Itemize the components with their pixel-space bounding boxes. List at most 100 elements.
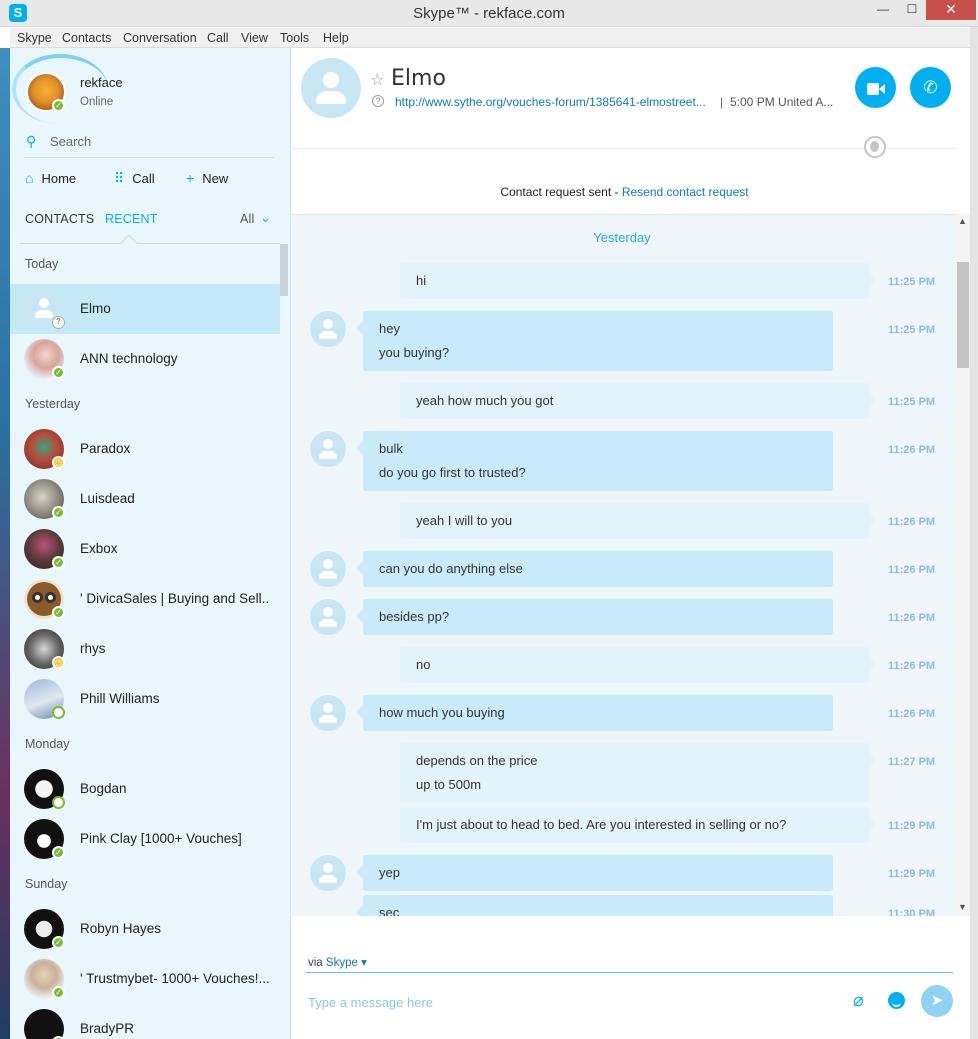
online-status-icon: ✓ <box>52 986 65 999</box>
call-button[interactable]: ⠿ Call <box>114 170 155 190</box>
online-status-icon: ✓ <box>52 366 65 379</box>
sender-avatar <box>310 311 346 347</box>
audio-call-button[interactable]: ✆ <box>910 67 951 108</box>
video-call-button[interactable] <box>855 67 896 108</box>
resend-request-link[interactable]: Resend contact request <box>622 185 749 199</box>
menu-help[interactable]: Help <box>323 31 349 45</box>
message-timestamp: 11:30 PM <box>888 908 936 916</box>
contact-list-scrollbar[interactable] <box>280 244 288 296</box>
message-bubble-incoming: sec <box>356 895 833 916</box>
video-camera-icon <box>866 82 885 95</box>
menu-view[interactable]: View <box>241 31 268 45</box>
message-history-scrollbar[interactable]: ▲ ▼ <box>956 214 970 916</box>
conversation-title[interactable]: Elmo <box>391 66 446 91</box>
message-input[interactable] <box>308 992 828 1012</box>
contact-row[interactable]: ✓ Luisdead <box>10 474 280 524</box>
contact-name: rhys <box>80 641 106 656</box>
search-box[interactable]: ⚲ <box>24 128 274 158</box>
sender-avatar <box>310 599 346 635</box>
contact-row[interactable]: ✓ ' Trustmybet- 1000+ Vouches!... <box>10 954 280 1004</box>
message-text: hey <box>379 321 400 336</box>
contact-row[interactable]: ✓ Exbox <box>10 524 280 574</box>
home-button[interactable]: ⌂ Home <box>25 170 76 190</box>
message-bubble-incoming: can you do anything else <box>356 551 833 587</box>
new-button[interactable]: + New <box>186 170 228 190</box>
via-service-dropdown[interactable]: Skype <box>326 957 358 969</box>
contact-row[interactable]: ✓ BradyPR <box>10 1004 280 1039</box>
filter-dropdown[interactable]: All <box>240 212 255 226</box>
message-bubble-outgoing: I'm just about to head to bed. Are you i… <box>400 807 876 843</box>
send-via-selector[interactable]: via Skype ▾ <box>308 955 367 969</box>
search-icon: ⚲ <box>26 133 37 149</box>
message-text: depends on the price <box>416 753 538 768</box>
favorite-star-icon[interactable]: ☆ <box>370 70 384 90</box>
send-button[interactable]: ➤ <box>921 985 953 1017</box>
menu-call[interactable]: Call <box>207 31 229 45</box>
message-bubble-incoming: besides pp? <box>356 599 833 635</box>
message-timestamp: 11:26 PM <box>888 612 936 624</box>
message-text: yeah I will to you <box>416 513 513 528</box>
maximize-button[interactable]: ☐ <box>898 0 926 20</box>
request-text: Contact request sent - <box>500 185 622 199</box>
composer-divider <box>306 972 953 973</box>
my-display-name[interactable]: rekface <box>80 75 123 90</box>
caret-down-icon[interactable]: ▾ <box>358 957 367 969</box>
away-status-icon: ◷ <box>52 656 65 669</box>
online-status-icon: ✓ <box>52 556 65 569</box>
message-bubble-outgoing: yeah I will to you <box>400 503 876 539</box>
contact-name: Robyn Hayes <box>80 921 162 936</box>
contact-row[interactable]: ✓ ' DivicaSales | Buying and Sell... <box>10 574 280 624</box>
chevron-down-icon[interactable]: ⌄ <box>260 210 271 226</box>
scroll-down-icon[interactable]: ▼ <box>958 902 967 912</box>
group-header-monday: Monday <box>25 737 70 751</box>
call-label: Call <box>132 171 155 186</box>
contact-row[interactable]: ✓ Robyn Hayes <box>10 904 280 954</box>
contact-tabs: CONTACTS RECENT All ⌄ <box>24 210 276 230</box>
contact-row[interactable]: Phill Williams <box>10 674 280 724</box>
title-bar: S Skype™ - rekface.com — ☐ ✕ <box>0 0 978 27</box>
minimize-button[interactable]: — <box>868 0 898 20</box>
tab-recent[interactable]: RECENT <box>105 212 158 226</box>
menu-conversation[interactable]: Conversation <box>123 31 197 45</box>
message-text: no <box>416 657 431 672</box>
search-input[interactable] <box>50 131 270 151</box>
menu-bar: Skype Contacts Conversation Call View To… <box>10 28 970 48</box>
paperclip-icon[interactable]: ⌀ <box>853 990 864 1011</box>
contact-name: ANN technology <box>80 351 178 366</box>
contact-row[interactable]: ✓ Pink Clay [1000+ Vouches] <box>10 814 280 864</box>
contact-row[interactable]: ✓ ANN technology <box>10 334 280 384</box>
contact-row[interactable]: ◷ Paradox <box>10 424 280 474</box>
scroll-up-icon[interactable]: ▲ <box>958 216 967 226</box>
menu-tools[interactable]: Tools <box>280 31 309 45</box>
my-status-text[interactable]: Online <box>80 96 113 108</box>
contact-row[interactable]: Bogdan <box>10 764 280 814</box>
message-text: yep <box>379 865 400 880</box>
local-time: 5:00 PM United A... <box>730 95 834 109</box>
header-divider <box>292 148 957 149</box>
offline-status-icon <box>52 706 65 719</box>
globe-icon[interactable] <box>864 136 886 158</box>
contact-name: ' DivicaSales | Buying and Sell... <box>80 591 270 606</box>
message-bubble-outgoing: hi <box>400 263 876 299</box>
mood-message-link[interactable]: http://www.sythe.org/vouches-forum/13856… <box>395 95 706 109</box>
message-history[interactable]: Yesterday hi 11:25 PM hey you buying? 11… <box>292 214 956 916</box>
message-timestamp: 11:25 PM <box>888 396 936 408</box>
scrollbar-thumb[interactable] <box>957 262 969 368</box>
online-status-icon: ✓ <box>52 846 65 859</box>
message-bubble-incoming: how much you buying <box>356 695 833 731</box>
message-text: besides pp? <box>379 609 450 624</box>
contact-avatar-large[interactable] <box>301 58 361 118</box>
emoticon-icon[interactable] <box>888 992 905 1009</box>
message-bubble-outgoing: no <box>400 647 876 683</box>
phone-icon: ✆ <box>923 78 938 97</box>
message-text: do you go first to trusted? <box>379 465 526 480</box>
contact-avatar <box>24 1009 64 1039</box>
help-circle-icon: ? <box>372 95 384 107</box>
tab-contacts[interactable]: CONTACTS <box>25 212 94 226</box>
contact-name: Paradox <box>80 441 131 456</box>
close-button[interactable]: ✕ <box>926 0 976 20</box>
contact-row[interactable]: ◷ rhys <box>10 624 280 674</box>
contact-row-elmo[interactable]: ? Elmo <box>10 284 280 334</box>
menu-contacts[interactable]: Contacts <box>62 31 111 45</box>
menu-skype[interactable]: Skype <box>17 31 52 45</box>
